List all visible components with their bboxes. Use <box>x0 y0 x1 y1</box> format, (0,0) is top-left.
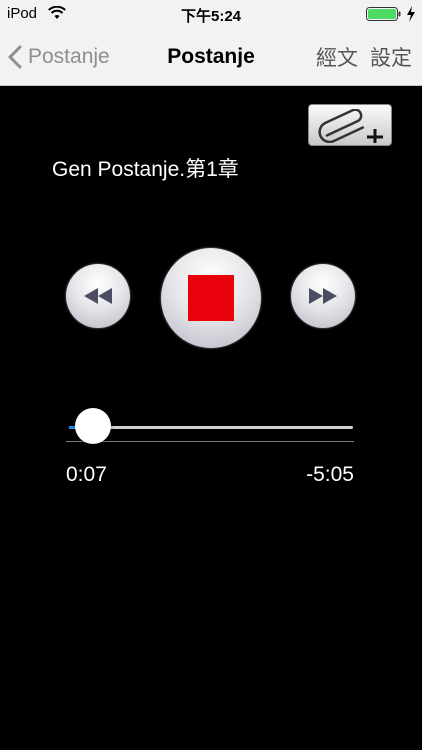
elapsed-time: 0:07 <box>66 463 107 486</box>
settings-button[interactable]: 設定 <box>370 42 412 72</box>
stop-icon <box>188 275 234 321</box>
chevron-left-icon <box>8 45 22 68</box>
paperclip-plus-icon <box>318 109 383 143</box>
back-button[interactable]: Postanje <box>8 28 110 85</box>
fast-forward-icon <box>309 288 337 304</box>
status-bar: iPod 下午5:24 <box>0 0 422 28</box>
status-time: 下午5:24 <box>180 8 242 25</box>
rewind-icon <box>84 288 112 304</box>
playback-slider-thumb[interactable] <box>75 408 111 444</box>
charging-bolt-icon <box>407 6 415 22</box>
add-attachment-button[interactable] <box>308 104 392 146</box>
battery-icon <box>366 7 401 21</box>
nav-actions: 經文 設定 <box>316 28 412 85</box>
remaining-time: -5:05 <box>306 463 354 486</box>
playback-progress-track[interactable] <box>69 426 353 429</box>
fast-forward-button[interactable] <box>291 264 355 328</box>
scripture-button[interactable]: 經文 <box>316 42 358 72</box>
navigation-bar: Postanje Postanje 經文 設定 <box>0 28 422 86</box>
track-title: Gen Postanje.第1章 <box>52 158 239 181</box>
back-button-label: Postanje <box>28 44 110 68</box>
stop-button[interactable] <box>161 248 261 348</box>
rewind-button[interactable] <box>66 264 130 328</box>
progress-divider <box>66 441 354 442</box>
